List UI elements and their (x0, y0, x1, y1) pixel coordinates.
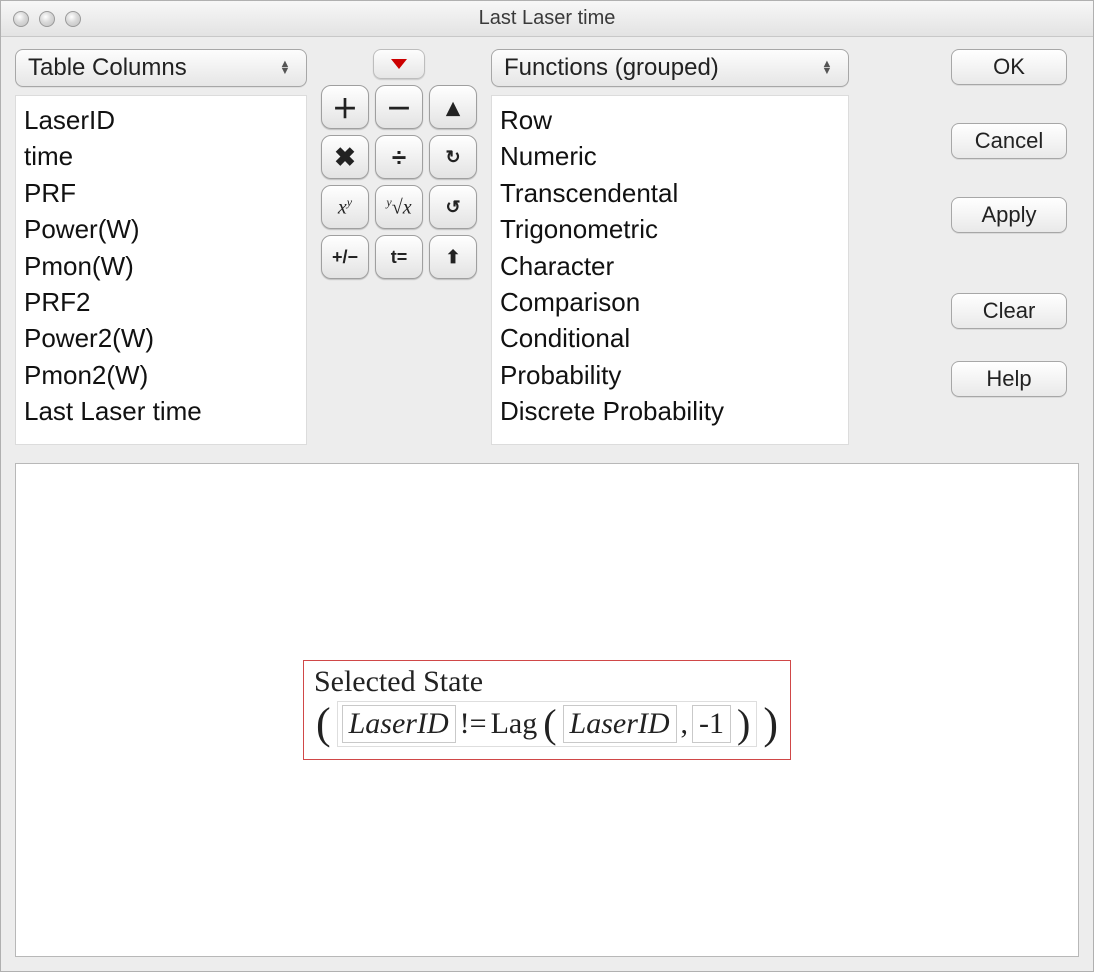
window-controls (13, 11, 81, 27)
caret-up-button[interactable]: ▴ (429, 85, 477, 129)
list-item[interactable]: PRF (24, 175, 298, 211)
formula-selection[interactable]: Selected State ( LaserID != Lag ( LaserI… (303, 660, 791, 760)
list-item[interactable]: Pmon2(W) (24, 357, 298, 393)
list-item[interactable]: Row (500, 102, 840, 138)
function-name-token: Lag (491, 707, 538, 741)
loop-button[interactable]: ↻ (429, 135, 477, 179)
times-icon: ✖ (334, 142, 356, 173)
close-paren-icon: ) (735, 704, 752, 744)
plus-minus-icon: +/− (332, 247, 358, 268)
formula-title: Selected State (314, 665, 780, 699)
popup-arrows-icon: ▲▼ (276, 61, 294, 75)
root-button[interactable]: y√x (375, 185, 423, 229)
red-triangle-icon (391, 59, 407, 69)
minus-icon: － (386, 89, 412, 126)
ok-button-label: OK (993, 54, 1025, 80)
list-item[interactable]: PRF2 (24, 284, 298, 320)
operator-grid: ＋ － ▴ ✖ ÷ ↻ xy y√x ↺ +/− t= ⬆ (321, 85, 477, 279)
cancel-button[interactable]: Cancel (951, 123, 1067, 159)
cancel-button-label: Cancel (975, 128, 1043, 154)
t-equals-icon: t= (391, 247, 408, 268)
top-panel: Table Columns ▲▼ LaserID time PRF Power(… (1, 37, 1093, 455)
divide-button[interactable]: ÷ (375, 135, 423, 179)
separator-token: , (681, 707, 689, 741)
window-title: Last Laser time (11, 7, 1083, 30)
open-paren-icon: ( (541, 704, 558, 744)
columns-listbox[interactable]: LaserID time PRF Power(W) Pmon(W) PRF2 P… (15, 95, 307, 445)
list-item[interactable]: Character (500, 248, 840, 284)
clear-button[interactable]: Clear (951, 293, 1067, 329)
functions-panel: Functions (grouped) ▲▼ Row Numeric Trans… (491, 49, 849, 445)
loop-icon: ↻ (445, 147, 460, 168)
number-token[interactable]: -1 (692, 705, 731, 743)
list-item[interactable]: Conditional (500, 320, 840, 356)
minimize-window-icon[interactable] (39, 11, 55, 27)
titlebar: Last Laser time (1, 1, 1093, 37)
plus-minus-button[interactable]: +/− (321, 235, 369, 279)
list-item[interactable]: Transcendental (500, 175, 840, 211)
apply-button-label: Apply (981, 202, 1036, 228)
functions-popup[interactable]: Functions (grouped) ▲▼ (491, 49, 849, 87)
action-button-panel: OK Cancel Apply Clear Help (939, 49, 1079, 445)
apply-button[interactable]: Apply (951, 197, 1067, 233)
divide-icon: ÷ (392, 142, 406, 173)
column-ref-token[interactable]: LaserID (342, 705, 456, 743)
table-columns-popup[interactable]: Table Columns ▲▼ (15, 49, 307, 87)
insert-button[interactable]: ⬆ (429, 235, 477, 279)
minus-button[interactable]: － (375, 85, 423, 129)
clear-button-label: Clear (983, 298, 1036, 324)
list-item[interactable]: Trigonometric (500, 211, 840, 247)
delete-button[interactable] (373, 49, 425, 79)
list-item[interactable]: Numeric (500, 138, 840, 174)
list-item[interactable]: Pmon(W) (24, 248, 298, 284)
list-item[interactable]: time (24, 138, 298, 174)
help-button-label: Help (986, 366, 1031, 392)
table-columns-popup-label: Table Columns (28, 54, 187, 82)
list-item[interactable]: Probability (500, 357, 840, 393)
list-item[interactable]: Power2(W) (24, 320, 298, 356)
functions-listbox[interactable]: Row Numeric Transcendental Trigonometric… (491, 95, 849, 445)
ok-button[interactable]: OK (951, 49, 1067, 85)
list-item[interactable]: Discrete Probability (500, 393, 840, 429)
operator-panel: ＋ － ▴ ✖ ÷ ↻ xy y√x ↺ +/− t= ⬆ (315, 49, 483, 445)
zoom-window-icon[interactable] (65, 11, 81, 27)
open-paren-icon: ( (314, 702, 333, 746)
power-button[interactable]: xy (321, 185, 369, 229)
power-icon: xy (338, 195, 352, 220)
plus-icon: ＋ (332, 89, 358, 126)
times-button[interactable]: ✖ (321, 135, 369, 179)
list-item[interactable]: Comparison (500, 284, 840, 320)
operator-token: != (460, 707, 487, 741)
expression-group: LaserID != Lag ( LaserID , -1 ) (337, 701, 758, 747)
t-equals-button[interactable]: t= (375, 235, 423, 279)
root-icon: y√x (386, 195, 411, 220)
caret-up-icon: ▴ (446, 92, 459, 123)
columns-panel: Table Columns ▲▼ LaserID time PRF Power(… (15, 49, 307, 445)
column-ref-token[interactable]: LaserID (563, 705, 677, 743)
formula-editor[interactable]: Selected State ( LaserID != Lag ( LaserI… (15, 463, 1079, 957)
close-paren-icon: ) (761, 702, 780, 746)
help-button[interactable]: Help (951, 361, 1067, 397)
dialog-window: Last Laser time Table Columns ▲▼ LaserID… (0, 0, 1094, 972)
popup-arrows-icon: ▲▼ (818, 61, 836, 75)
formula-expression: ( LaserID != Lag ( LaserID , -1 ) ) (314, 701, 780, 747)
close-window-icon[interactable] (13, 11, 29, 27)
up-arrow-icon: ⬆ (445, 247, 460, 268)
swap-button[interactable]: ↺ (429, 185, 477, 229)
swap-icon: ↺ (445, 197, 460, 218)
list-item[interactable]: LaserID (24, 102, 298, 138)
list-item[interactable]: Power(W) (24, 211, 298, 247)
list-item[interactable]: Last Laser time (24, 393, 298, 429)
functions-popup-label: Functions (grouped) (504, 54, 719, 82)
plus-button[interactable]: ＋ (321, 85, 369, 129)
